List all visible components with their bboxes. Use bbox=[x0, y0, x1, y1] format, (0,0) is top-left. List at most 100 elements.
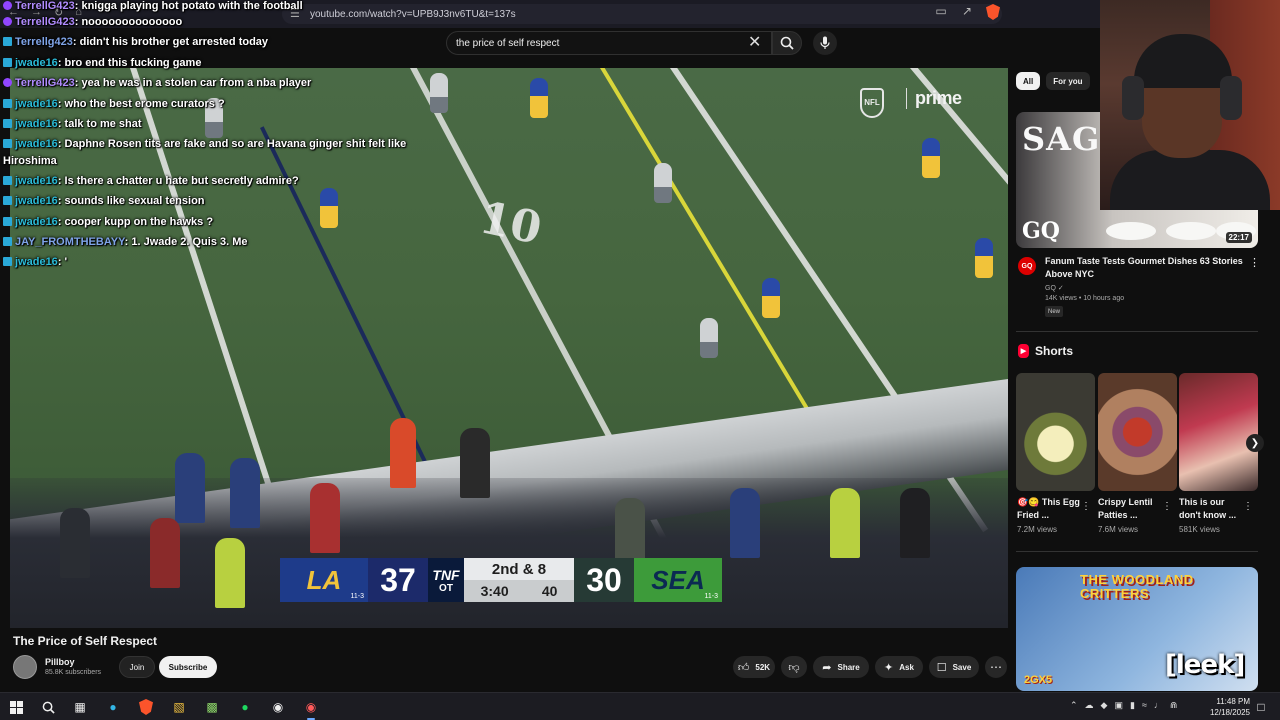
clock[interactable]: 11:48 PM 12/18/2025 bbox=[1210, 696, 1250, 718]
kebab-menu-icon[interactable]: ⋮ bbox=[1249, 256, 1260, 269]
chevron-right-icon: ❯ bbox=[1250, 437, 1260, 449]
shorts-title: Shorts bbox=[1035, 344, 1074, 358]
chat-message: TerrellG423: knigga playing hot potato w… bbox=[3, 0, 303, 12]
dislike-button[interactable]: 👎︎ bbox=[781, 656, 807, 678]
browser-actions: ▭ ↗ bbox=[934, 4, 1000, 20]
chat-username[interactable]: jwade16 bbox=[15, 118, 58, 130]
search-icon bbox=[780, 36, 794, 50]
chat-username[interactable]: jwade16 bbox=[15, 195, 58, 207]
chip-all[interactable]: All bbox=[1016, 72, 1041, 90]
short-thumbnail[interactable] bbox=[1098, 373, 1177, 491]
chat-message: jwade16: ' bbox=[3, 256, 67, 268]
sparkle-icon: ✦ bbox=[884, 661, 894, 674]
subscribe-button[interactable]: Subscribe bbox=[159, 656, 217, 678]
share-page-icon[interactable]: ↗ bbox=[960, 4, 974, 18]
recommended-channel[interactable]: GQ ✓ bbox=[1045, 284, 1064, 292]
chat-username[interactable]: Terrellg423 bbox=[15, 36, 73, 48]
chat-username[interactable]: jwade16 bbox=[15, 138, 58, 150]
play-clock: 40 bbox=[541, 583, 558, 599]
short-title[interactable]: Crispy Lentil Patties ... bbox=[1098, 496, 1164, 522]
task-view-icon[interactable]: ▦ bbox=[71, 698, 89, 716]
period-label: OT bbox=[439, 582, 453, 594]
search-button[interactable] bbox=[772, 31, 802, 55]
player bbox=[922, 138, 940, 178]
chat-username[interactable]: jwade16 bbox=[15, 57, 58, 69]
video-player[interactable]: 10 NFL prime LA 11-3 37 TNF OT 2nd & 8 3… bbox=[10, 68, 1008, 628]
chevron-up-icon[interactable]: ⌃ bbox=[1070, 700, 1078, 711]
cast-icon[interactable]: ▭ bbox=[934, 4, 948, 18]
channel-avatar-gq[interactable]: GQ bbox=[1018, 257, 1036, 275]
store-icon[interactable]: ▩ bbox=[203, 698, 221, 716]
recommended-title[interactable]: Fanum Taste Tests Gourmet Dishes 63 Stor… bbox=[1045, 255, 1245, 281]
kebab-menu-icon[interactable]: ⋮ bbox=[1081, 501, 1091, 512]
brave-shield-icon[interactable] bbox=[986, 4, 1000, 20]
file-explorer-icon[interactable]: ▧ bbox=[170, 698, 188, 716]
chat-username[interactable]: TerrellG423 bbox=[15, 16, 75, 28]
shorts-logo-icon: ▶ bbox=[1018, 344, 1029, 358]
ask-button[interactable]: ✦ Ask bbox=[875, 656, 923, 678]
chat-username[interactable]: jwade16 bbox=[15, 216, 58, 228]
shield-icon[interactable]: ◆ bbox=[1101, 700, 1108, 711]
search-input[interactable]: the price of self respect bbox=[446, 31, 772, 55]
short-thumbnail[interactable] bbox=[1016, 373, 1095, 491]
new-badge: New bbox=[1045, 306, 1064, 317]
more-actions-button[interactable]: ⋯ bbox=[985, 656, 1007, 678]
short-title[interactable]: 🎯😋 This Egg Fried ... bbox=[1017, 496, 1083, 522]
wifi-icon[interactable]: ≈ bbox=[1142, 700, 1147, 711]
chat-badge-icon bbox=[3, 37, 12, 46]
divider bbox=[1016, 331, 1258, 332]
voice-search-button[interactable] bbox=[813, 31, 837, 55]
chat-username[interactable]: JAY_FROMTHEBAYY bbox=[15, 236, 125, 248]
short-title[interactable]: This is our don't know ... bbox=[1179, 496, 1245, 522]
screen: ← → ↻ ⌂ ☰ youtube.com/watch?v=UPB9J3nv6T… bbox=[0, 0, 1280, 720]
volume-icon[interactable]: ♩ bbox=[1154, 700, 1163, 711]
chat-text: : who the best erome curators ? bbox=[57, 98, 225, 110]
chat-text: : 1. Jwade 2. Quis 3. Me bbox=[124, 236, 248, 248]
kebab-menu-icon[interactable]: ⋮ bbox=[1162, 501, 1172, 512]
network-icon[interactable]: ▣ bbox=[1114, 700, 1123, 711]
notification-icon[interactable]: □ bbox=[1252, 698, 1270, 716]
brave-taskbar-icon[interactable] bbox=[137, 698, 155, 716]
taskbar-search[interactable] bbox=[39, 698, 57, 716]
channel-avatar[interactable] bbox=[13, 655, 37, 679]
join-button[interactable]: Join bbox=[119, 656, 155, 678]
more-horizontal-icon: ⋯ bbox=[990, 660, 1002, 674]
cloud-icon[interactable]: ☁ bbox=[1085, 700, 1094, 711]
kebab-menu-icon[interactable]: ⋮ bbox=[1243, 501, 1253, 512]
promo-title: THE WOODLAND CRITTERS bbox=[1080, 572, 1194, 601]
share-button[interactable]: ➦ Share bbox=[813, 656, 869, 678]
save-label: Save bbox=[952, 662, 972, 672]
clear-search-icon[interactable]: ✕ bbox=[748, 34, 761, 52]
chat-message: TerrellG423: noooooooooooooo bbox=[3, 16, 182, 28]
spotify-icon[interactable]: ● bbox=[236, 698, 254, 716]
chat-username[interactable]: jwade16 bbox=[15, 256, 58, 268]
filter-chips: All For you bbox=[1016, 72, 1090, 90]
like-button[interactable]: 👍︎ 52K bbox=[733, 656, 775, 678]
chat-username[interactable]: TerrellG423 bbox=[15, 77, 75, 89]
chat-username[interactable]: jwade16 bbox=[15, 175, 58, 187]
obs-icon[interactable]: ◉ bbox=[302, 698, 320, 720]
chat-badge-icon bbox=[3, 17, 12, 26]
headset-icon bbox=[1220, 76, 1242, 120]
chat-message: jwade16: Is there a chatter u hate but s… bbox=[3, 175, 299, 187]
address-bar[interactable]: ☰ youtube.com/watch?v=UPB9J3nv6TU&t=137s bbox=[282, 4, 1002, 24]
save-button[interactable]: ☐ Save bbox=[929, 656, 979, 678]
short-thumbnail[interactable] bbox=[1179, 373, 1258, 491]
start-button[interactable] bbox=[7, 698, 25, 716]
home-team-logo: LA 11-3 bbox=[280, 558, 368, 602]
battery-icon[interactable]: ▮ bbox=[1130, 700, 1135, 711]
chat-username[interactable]: jwade16 bbox=[15, 98, 58, 110]
edge-icon[interactable]: ● bbox=[104, 698, 122, 716]
app-icon[interactable]: ◉ bbox=[269, 698, 287, 716]
prime-logo: prime bbox=[906, 88, 962, 109]
shorts-next-button[interactable]: ❯ bbox=[1246, 434, 1264, 452]
sideline-person bbox=[230, 458, 260, 528]
channel-name[interactable]: Pillboy bbox=[45, 657, 75, 667]
bluetooth-icon[interactable]: ⋒ bbox=[1170, 700, 1178, 711]
sideline-person bbox=[60, 508, 90, 578]
chip-for-you[interactable]: For you bbox=[1046, 72, 1090, 90]
away-score: 30 bbox=[574, 558, 634, 602]
chat-username[interactable]: TerrellG423 bbox=[15, 0, 75, 12]
chat-badge-icon bbox=[3, 78, 12, 87]
chat-text: : Is there a chatter u hate but secretly… bbox=[57, 175, 299, 187]
